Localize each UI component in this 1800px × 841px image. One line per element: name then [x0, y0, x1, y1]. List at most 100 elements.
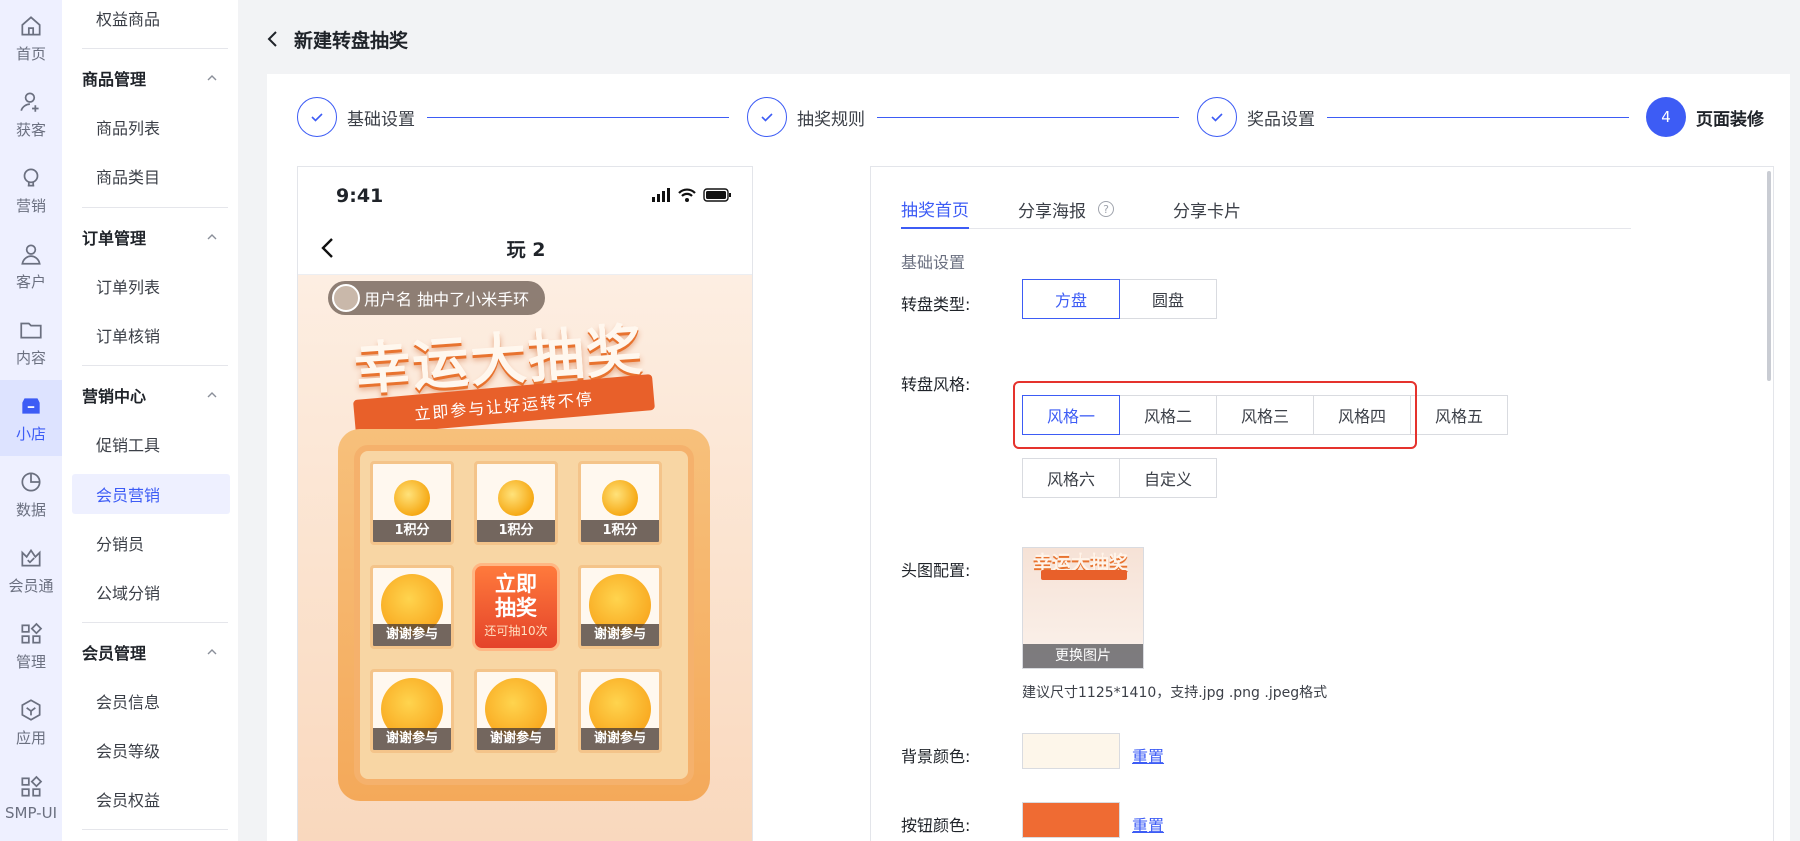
rail-item-home[interactable]: 首页 — [0, 0, 62, 76]
rail-label: 获客 — [15, 120, 46, 139]
group-title: 营销中心 — [82, 387, 147, 406]
help-icon[interactable]: ? — [1098, 201, 1114, 217]
check-icon — [1197, 97, 1237, 137]
prize-cell: 1积分 — [370, 461, 454, 545]
winner-ticker: 用户名 抽中了小米手环 — [328, 281, 546, 315]
bg-color-swatch[interactable] — [1022, 733, 1120, 769]
step-prizes[interactable]: 奖品设置 — [1197, 96, 1315, 138]
button-reset-link[interactable]: 重置 — [1132, 812, 1164, 836]
rail-item-data[interactable]: 数据 — [0, 456, 62, 532]
step-connector — [1327, 117, 1629, 118]
home-icon — [21, 15, 41, 36]
rail-label: 首页 — [15, 44, 46, 63]
avatar — [332, 284, 360, 312]
rail-item-customer[interactable]: 客户 — [0, 228, 62, 304]
folder-icon — [20, 322, 42, 338]
lottery-grid: 1积分 1积分 1积分 谢谢参与 立即 抽奖 还可抽10次 谢谢参与 谢谢参与 … — [338, 429, 710, 801]
person-icon — [21, 243, 41, 265]
style-option-3[interactable]: 风格三 — [1216, 395, 1314, 435]
prize-cell: 谢谢参与 — [578, 669, 662, 753]
rail-item-content[interactable]: 内容 — [0, 304, 62, 380]
group-member-management[interactable]: 会员管理 — [62, 632, 238, 672]
sidebar-item-member-info[interactable]: 会员信息 — [72, 681, 230, 721]
grid-icon — [21, 622, 43, 644]
style-option-4[interactable]: 风格四 — [1313, 395, 1411, 435]
lottery-page-preview: 用户名 抽中了小米手环 幸运大抽奖 立即参与让好运转不停 1积分 1积分 1积分… — [298, 275, 752, 841]
group-goods-management[interactable]: 商品管理 — [62, 58, 238, 98]
prize-label: 谢谢参与 — [581, 728, 659, 750]
coin-icon — [602, 480, 638, 516]
shop-icon — [22, 397, 40, 414]
draw-button[interactable]: 立即 抽奖 还可抽10次 — [472, 563, 560, 651]
rail-item-smp-ui[interactable]: SMP-UI — [0, 760, 62, 836]
tab-share-card[interactable]: 分享卡片 — [1173, 189, 1241, 229]
sidebar-item-distributor[interactable]: 分销员 — [72, 523, 230, 563]
bg-reset-link[interactable]: 重置 — [1132, 743, 1164, 767]
sidebar-item-goods-category[interactable]: 商品类目 — [72, 156, 230, 196]
tab-bar: 抽奖首页 分享海报 ? 分享卡片 — [901, 189, 1631, 229]
rail-label: 内容 — [15, 348, 46, 367]
sidebar-item-member-marketing[interactable]: 会员营销 — [72, 474, 230, 514]
page-title: 新建转盘抽奖 — [294, 29, 409, 52]
section-title: 基础设置 — [901, 253, 966, 272]
style-option-2[interactable]: 风格二 — [1119, 395, 1217, 435]
rail-item-apps[interactable]: 应用 — [0, 684, 62, 760]
prize-label: 谢谢参与 — [373, 624, 451, 646]
style-option-1[interactable]: 风格一 — [1022, 395, 1120, 435]
group-marketing-center[interactable]: 营销中心 — [62, 375, 238, 415]
rail-item-manage[interactable]: 管理 — [0, 608, 62, 684]
header-image-label: 头图配置: — [901, 561, 971, 580]
scrollbar[interactable] — [1767, 171, 1771, 381]
header-image-thumbnail[interactable]: 幸运大抽奖 更换图片 — [1022, 547, 1144, 669]
rail-item-member-pass[interactable]: 会员通 — [0, 532, 62, 608]
sidebar-item-promo-tools[interactable]: 促销工具 — [72, 424, 230, 464]
chevron-up-icon — [207, 234, 217, 240]
prize-cell: 谢谢参与 — [370, 669, 454, 753]
prize-cell: 谢谢参与 — [578, 565, 662, 649]
style-option-6[interactable]: 风格六 — [1022, 458, 1120, 498]
preview-title: 玩 2 — [506, 239, 546, 261]
step-label: 页面装修 — [1696, 109, 1764, 130]
button-color-swatch[interactable] — [1022, 802, 1120, 838]
sidebar-item-member-rights[interactable]: 会员权益 — [72, 779, 230, 819]
chevron-up-icon — [207, 649, 217, 655]
check-icon — [747, 97, 787, 137]
back-arrow-icon[interactable] — [262, 28, 284, 50]
draw-remaining: 还可抽10次 — [484, 624, 548, 638]
divider — [82, 622, 228, 623]
type-option-square[interactable]: 方盘 — [1022, 279, 1120, 319]
prize-cell: 1积分 — [578, 461, 662, 545]
style-option-5[interactable]: 风格五 — [1410, 395, 1508, 435]
prize-label: 1积分 — [477, 520, 555, 542]
rail-label: 小店 — [15, 424, 46, 443]
step-rules[interactable]: 抽奖规则 — [747, 96, 865, 138]
sidebar-item-rights-goods[interactable]: 权益商品 — [72, 0, 230, 38]
rail-item-acquire[interactable]: 获客 — [0, 76, 62, 152]
mini-navbar: 玩 2 — [298, 221, 752, 275]
group-order-management[interactable]: 订单管理 — [62, 217, 238, 257]
sidebar-item-public-distribution[interactable]: 公域分销 — [72, 572, 230, 612]
type-option-round[interactable]: 圆盘 — [1119, 279, 1217, 319]
step-basic[interactable]: 基础设置 — [297, 96, 415, 138]
tab-share-poster[interactable]: 分享海报 ? — [1018, 189, 1114, 229]
status-time: 9:41 — [336, 185, 384, 207]
main-card: 基础设置 抽奖规则 奖品设置 4 页面装修 9:41 玩 2 用户名 抽中了小米… — [267, 74, 1790, 841]
change-image-button[interactable]: 更换图片 — [1023, 644, 1143, 668]
tab-lottery-home[interactable]: 抽奖首页 — [901, 189, 969, 229]
sidebar-item-order-verify[interactable]: 订单核销 — [72, 315, 230, 355]
sidebar-item-member-level[interactable]: 会员等级 — [72, 730, 230, 770]
page-header: 新建转盘抽奖 — [262, 22, 408, 56]
sidebar-item-goods-list[interactable]: 商品列表 — [72, 107, 230, 147]
status-icons — [652, 188, 731, 202]
rail-item-marketing[interactable]: 营销 — [0, 152, 62, 228]
sidebar-item-order-list[interactable]: 订单列表 — [72, 266, 230, 306]
ticker-text: 用户名 抽中了小米手环 — [364, 290, 530, 309]
style-label: 转盘风格: — [901, 375, 971, 394]
cube-icon — [21, 698, 41, 721]
style-option-custom[interactable]: 自定义 — [1119, 458, 1217, 498]
size-hint: 建议尺寸1125*1410，支持.jpg .png .jpeg格式 — [1022, 685, 1328, 701]
step-number: 4 — [1646, 97, 1686, 137]
rail-item-shop[interactable]: 小店 — [0, 380, 62, 456]
bulb-icon — [23, 167, 39, 186]
step-decoration[interactable]: 4 页面装修 — [1646, 96, 1764, 138]
